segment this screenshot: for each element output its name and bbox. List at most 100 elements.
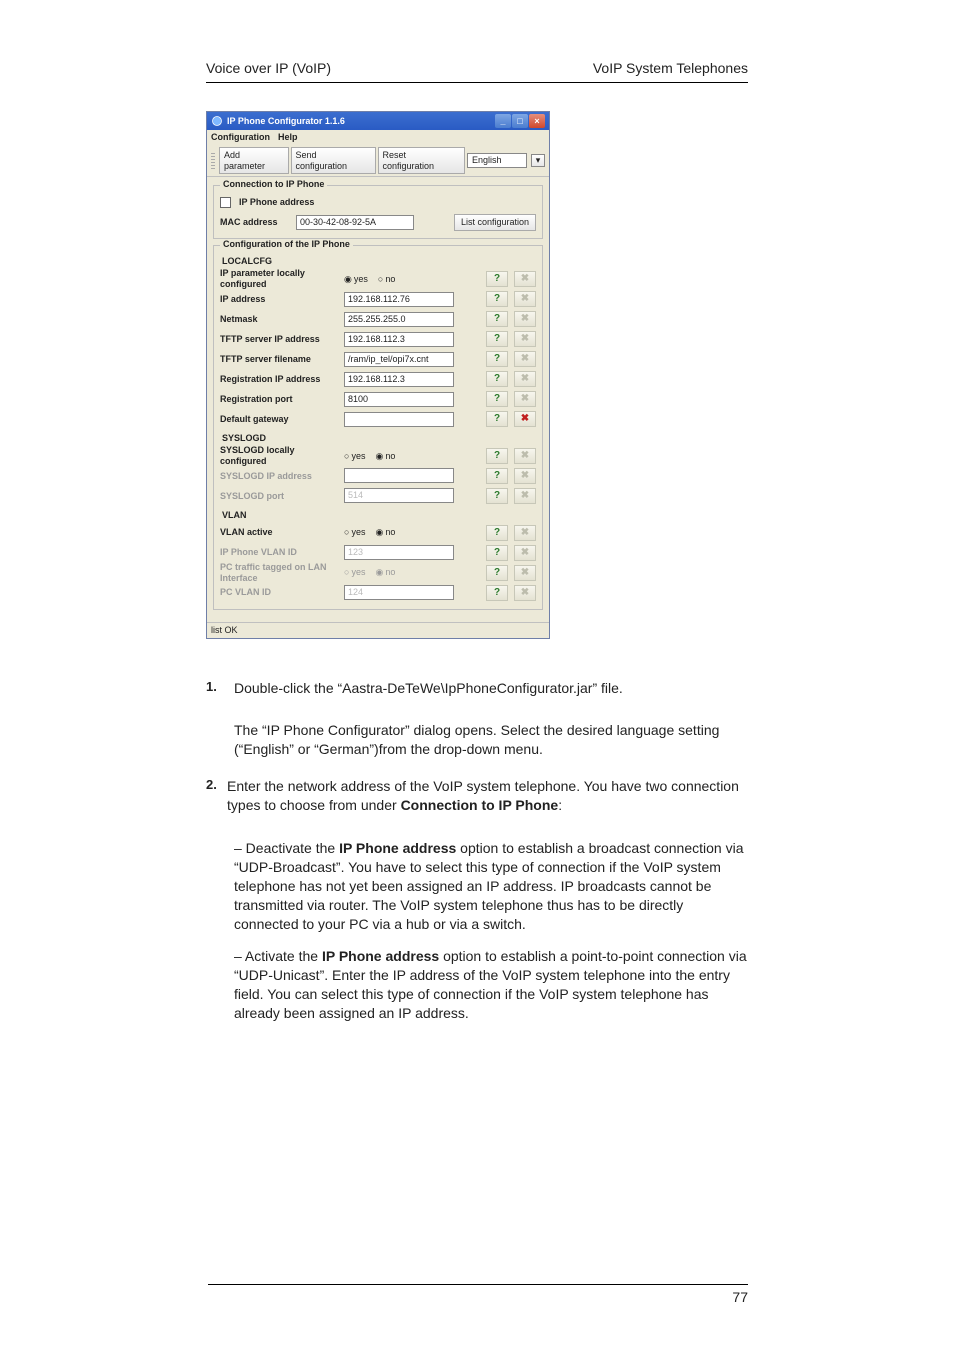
row-label: TFTP server filename xyxy=(220,354,340,365)
delete-button: ✖ xyxy=(514,468,536,484)
delete-button[interactable]: ✖ xyxy=(514,411,536,427)
delete-button: ✖ xyxy=(514,351,536,367)
language-dropdown[interactable]: ▾ xyxy=(531,154,545,167)
config-row: Registration IP address192.168.112.3?✖ xyxy=(220,369,536,389)
para-unicast: – Activate the IP Phone address option t… xyxy=(234,947,748,1023)
help-button[interactable]: ? xyxy=(486,311,508,327)
delete-icon: ✖ xyxy=(521,273,529,285)
step-2-text: Enter the network address of the VoIP sy… xyxy=(227,777,748,815)
row-label: IP Phone VLAN ID xyxy=(220,547,340,558)
config-row: IP parameter locally configured ◉ yes○ no… xyxy=(220,269,536,289)
delete-button: ✖ xyxy=(514,545,536,561)
row-label: VLAN active xyxy=(220,527,340,538)
row-input[interactable] xyxy=(344,412,454,427)
mac-input[interactable]: 00-30-42-08-92-5A xyxy=(296,215,414,230)
yes-no-radio[interactable]: ○ yes◉ no xyxy=(344,451,454,462)
config-group-title: Configuration of the IP Phone xyxy=(220,239,353,250)
minimize-button[interactable]: _ xyxy=(495,114,511,128)
config-row: PC traffic tagged on LAN Interface○ yes◉… xyxy=(220,563,536,583)
help-button[interactable]: ? xyxy=(486,391,508,407)
radio-no-icon: ○ xyxy=(378,274,383,285)
row-input[interactable]: 192.168.112.76 xyxy=(344,292,454,307)
row-input[interactable]: 8100 xyxy=(344,392,454,407)
menu-configuration[interactable]: Configuration xyxy=(211,132,270,143)
help-button[interactable]: ? xyxy=(486,448,508,464)
step-1-number: 1. xyxy=(206,679,224,712)
send-configuration-button[interactable]: Send configuration xyxy=(291,147,376,175)
delete-icon: ✖ xyxy=(521,353,529,365)
delete-button: ✖ xyxy=(514,311,536,327)
row-label: Registration IP address xyxy=(220,374,340,385)
radio-no-icon: ◉ xyxy=(375,451,383,462)
row-input[interactable]: 192.168.112.3 xyxy=(344,372,454,387)
p3-pre: – Deactivate the xyxy=(234,840,339,856)
delete-button: ✖ xyxy=(514,488,536,504)
help-icon: ? xyxy=(494,293,500,305)
row-input[interactable]: /ram/ip_tel/opi7x.cnt xyxy=(344,352,454,367)
help-icon: ? xyxy=(494,333,500,345)
help-button[interactable]: ? xyxy=(486,545,508,561)
help-button[interactable]: ? xyxy=(486,525,508,541)
body-text: 1. Double-click the “Aastra-DeTeWe\IpPho… xyxy=(206,679,748,1023)
config-row: SYSLOGD port514?✖ xyxy=(220,486,536,506)
row-label: SYSLOGD IP address xyxy=(220,471,340,482)
header-left: Voice over IP (VoIP) xyxy=(206,60,331,76)
help-button[interactable]: ? xyxy=(486,565,508,581)
help-icon: ? xyxy=(494,393,500,405)
config-row: Default gateway? ✖ xyxy=(220,409,536,429)
p4-bold: IP Phone address xyxy=(322,948,439,964)
row-label: PC VLAN ID xyxy=(220,587,340,598)
row-label: Default gateway xyxy=(220,414,340,425)
yes-no-radio[interactable]: ◉ yes○ no xyxy=(344,274,454,285)
config-group: Configuration of the IP Phone LOCALCFG I… xyxy=(213,245,543,609)
help-button[interactable]: ? xyxy=(486,331,508,347)
row-input[interactable]: 255.255.255.0 xyxy=(344,312,454,327)
help-button[interactable]: ? xyxy=(486,585,508,601)
p4-pre: – Activate the xyxy=(234,948,322,964)
help-icon: ? xyxy=(494,547,500,559)
step-2-number: 2. xyxy=(206,777,217,829)
row-label: IP address xyxy=(220,294,340,305)
row-label: PC traffic tagged on LAN Interface xyxy=(220,562,340,584)
help-button[interactable]: ? xyxy=(486,411,508,427)
row-label: Registration port xyxy=(220,394,340,405)
delete-button: ✖ xyxy=(514,525,536,541)
delete-icon: ✖ xyxy=(521,313,529,325)
app-icon xyxy=(211,115,223,127)
help-icon: ? xyxy=(494,527,500,539)
help-button[interactable]: ? xyxy=(486,371,508,387)
reset-configuration-button[interactable]: Reset configuration xyxy=(378,147,466,175)
help-button[interactable]: ? xyxy=(486,351,508,367)
list-configuration-button[interactable]: List configuration xyxy=(454,214,536,231)
row-input[interactable]: 192.168.112.3 xyxy=(344,332,454,347)
help-button[interactable]: ? xyxy=(486,468,508,484)
config-row: TFTP server IP address192.168.112.3?✖ xyxy=(220,329,536,349)
row-label: SYSLOGD port xyxy=(220,491,340,502)
help-icon: ? xyxy=(494,273,500,285)
maximize-button[interactable]: □ xyxy=(512,114,528,128)
ip-phone-address-checkbox[interactable] xyxy=(220,197,231,208)
page-header: Voice over IP (VoIP) VoIP System Telepho… xyxy=(206,60,748,83)
add-parameter-button[interactable]: Add parameter xyxy=(219,147,289,175)
row-label: IP parameter locally configured xyxy=(220,268,340,290)
delete-button: ✖ xyxy=(514,565,536,581)
help-button[interactable]: ? xyxy=(486,291,508,307)
connection-group: Connection to IP Phone IP Phone address … xyxy=(213,185,543,239)
help-icon: ? xyxy=(494,470,500,482)
close-button[interactable]: × xyxy=(529,114,545,128)
toolbar-grip-icon[interactable] xyxy=(211,153,215,169)
step-2-bold: Connection to IP Phone xyxy=(401,797,559,813)
localcfg-title: LOCALCFG xyxy=(222,256,536,267)
page: Voice over IP (VoIP) VoIP System Telepho… xyxy=(0,0,954,1351)
vlan-title: VLAN xyxy=(222,510,536,521)
help-button[interactable]: ? xyxy=(486,271,508,287)
help-button[interactable]: ? xyxy=(486,488,508,504)
app-window: IP Phone Configurator 1.1.6 _ □ × Config… xyxy=(206,111,550,639)
titlebar[interactable]: IP Phone Configurator 1.1.6 _ □ × xyxy=(207,112,549,130)
help-icon: ? xyxy=(494,587,500,599)
config-row: IP address192.168.112.76?✖ xyxy=(220,289,536,309)
yes-no-radio[interactable]: ○ yes◉ no xyxy=(344,527,454,538)
menu-help[interactable]: Help xyxy=(278,132,298,143)
para-broadcast: – Deactivate the IP Phone address option… xyxy=(234,839,748,933)
help-icon: ? xyxy=(494,567,500,579)
